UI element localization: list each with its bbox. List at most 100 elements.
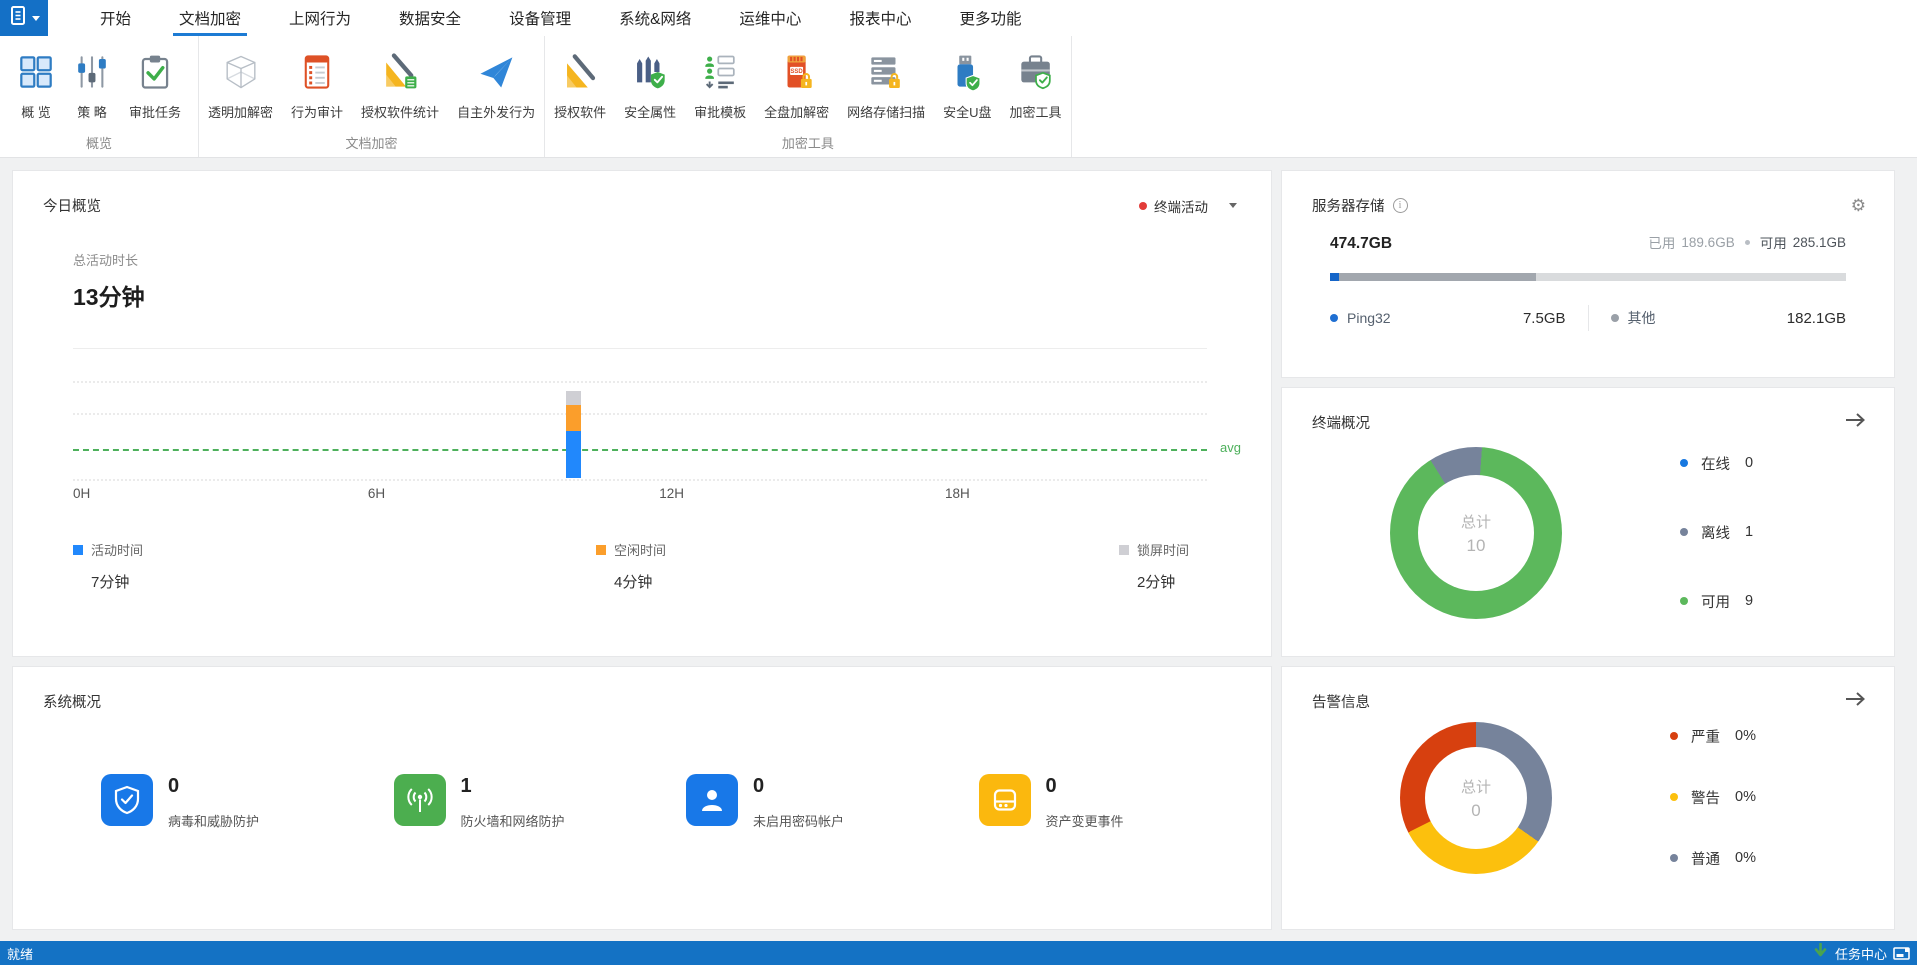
alerts-card-title: 告警信息 (1312, 691, 1370, 712)
ribbon-item-self-outgoing[interactable]: 自主外发行为 (448, 42, 544, 123)
ribbon-item-secure-usb[interactable]: 安全U盘 (934, 42, 1000, 123)
stat-label: 防火墙和网络防护 (461, 811, 565, 830)
legend-value: 4分钟 (614, 571, 666, 592)
tab-web-behavior[interactable]: 上网行为 (265, 0, 375, 36)
paper-plane-icon (477, 44, 515, 100)
used-label: 已用 (1648, 232, 1675, 252)
legend-label: 离线 (1701, 522, 1730, 543)
arrow-right-icon[interactable] (1844, 412, 1866, 433)
tab-more-features[interactable]: 更多功能 (935, 0, 1045, 36)
storage-total: 474.7GB (1330, 235, 1392, 253)
legend-dot (1670, 854, 1678, 862)
window-panel-icon[interactable] (1893, 947, 1910, 960)
tab-home[interactable]: 开始 (76, 0, 155, 36)
ribbon-item-label: 概 览 (21, 102, 51, 121)
avg-line (73, 449, 1207, 451)
tab-device-management[interactable]: 设备管理 (485, 0, 595, 36)
vertical-divider (1588, 305, 1589, 331)
ruler-pencil-stats-icon (381, 44, 419, 100)
storage-legend: Ping32 7.5GB 其他 182.1GB (1330, 305, 1846, 331)
avg-label: avg (1220, 440, 1241, 455)
info-icon[interactable]: i (1393, 198, 1408, 213)
ribbon-item-approval-tasks[interactable]: 审批任务 (120, 42, 190, 123)
stat-virus-protection[interactable]: 0 病毒和威胁防护 (101, 774, 394, 830)
legend-item-active: 活动时间 7分钟 (73, 540, 143, 592)
ribbon-item-full-disk-encryption[interactable]: SSD 全盘加解密 (755, 42, 838, 123)
terminal-activity-dropdown[interactable]: 终端活动 (1139, 196, 1243, 216)
app-menu-caret-icon (32, 16, 40, 21)
ribbon-item-encryption-tools[interactable]: 加密工具 (1001, 42, 1071, 123)
tab-data-security[interactable]: 数据安全 (375, 0, 485, 36)
tab-report-center[interactable]: 报表中心 (825, 0, 935, 36)
activity-timeline-chart: avg 0H 6H 12H 18H (73, 348, 1207, 510)
alerts-legend: 严重 0% 警告 0% 普通 0% (1670, 726, 1756, 869)
stat-value: 0 (1046, 775, 1124, 798)
ribbon-item-overview[interactable]: 概 览 (8, 42, 64, 123)
ribbon-item-label: 安全U盘 (943, 102, 991, 121)
ribbon: 概 览 策 略 审批任务 概览 (0, 36, 1917, 158)
tab-ops-center[interactable]: 运维中心 (715, 0, 825, 36)
red-dot-icon (1139, 202, 1147, 210)
status-ready-text: 就绪 (7, 944, 33, 963)
server-storage-card: 服务器存储 i ⚙ 474.7GB 已用 189.6GB 可用 285.1GB (1281, 170, 1895, 378)
tab-system-network[interactable]: 系统&网络 (595, 0, 715, 36)
shield-check-icon (101, 774, 153, 826)
legend-label: 在线 (1701, 453, 1730, 474)
gear-icon[interactable]: ⚙ (1851, 196, 1866, 216)
x-tick: 6H (368, 486, 385, 501)
ribbon-group-label: 加密工具 (545, 133, 1070, 157)
app-menu-button[interactable] (0, 0, 48, 36)
ribbon-item-security-attributes[interactable]: 安全属性 (615, 42, 685, 123)
chart-plot-area (73, 348, 1207, 478)
legend-dot (1611, 314, 1619, 322)
ribbon-item-approval-templates[interactable]: 审批模板 (685, 42, 755, 123)
legend-item-online: 在线 0 (1680, 453, 1753, 474)
donut-center: 总计 0 (1425, 747, 1527, 849)
ribbon-item-label: 审批任务 (129, 102, 181, 121)
legend-label: 活动时间 (91, 540, 143, 559)
task-center-button[interactable]: 任务中心 (1814, 943, 1887, 964)
chart-legend: 活动时间 7分钟 空闲时间 4分钟 锁屏时间 2分钟 (73, 540, 1189, 592)
stat-asset-changes[interactable]: 0 资产变更事件 (979, 774, 1272, 830)
tab-doc-encryption[interactable]: 文档加密 (155, 0, 265, 36)
ribbon-item-label: 策 略 (77, 102, 107, 121)
terminal-donut-section: 总计 10 在线 0 离线 1 (1282, 433, 1894, 619)
bar-segment-lock (566, 391, 581, 405)
ribbon-item-label: 授权软件统计 (361, 102, 439, 121)
legend-value: 0% (1735, 728, 1756, 744)
ribbon-item-label: 行为审计 (291, 102, 343, 121)
ribbon-item-policy[interactable]: 策 略 (64, 42, 120, 123)
legend-swatch (596, 545, 606, 555)
dot-separator-icon (1745, 240, 1750, 245)
ribbon-item-licensed-software[interactable]: 授权软件 (545, 42, 615, 123)
download-arrow-icon (1814, 943, 1827, 964)
user-icon (686, 774, 738, 826)
ribbon-item-licensed-software-stats[interactable]: 授权软件统计 (352, 42, 448, 123)
today-overview-card: 今日概览 终端活动 总活动时长 13分钟 (12, 170, 1272, 657)
stat-value: 1 (461, 775, 565, 798)
stat-firewall-network[interactable]: 1 防火墙和网络防护 (394, 774, 687, 830)
ribbon-item-label: 透明加解密 (208, 102, 273, 121)
stat-value: 0 (168, 775, 259, 798)
ribbon-item-network-storage-scan[interactable]: 网络存储扫描 (838, 42, 934, 123)
ribbon-item-transparent-encryption[interactable]: 透明加解密 (199, 42, 282, 123)
ribbon-item-label: 安全属性 (624, 102, 676, 121)
ssd-lock-icon: SSD (778, 44, 816, 100)
legend-value: 182.1GB (1787, 310, 1846, 327)
legend-value: 1 (1745, 524, 1753, 540)
legend-value: 7分钟 (91, 571, 143, 592)
ribbon-item-label: 全盘加解密 (764, 102, 829, 121)
stat-no-password-accounts[interactable]: 0 未启用密码帐户 (686, 774, 979, 830)
legend-item-offline: 离线 1 (1680, 522, 1753, 543)
today-card-title: 今日概览 (43, 195, 101, 216)
legend-value: 9 (1745, 593, 1753, 609)
chevron-down-icon (1229, 203, 1237, 208)
tabs: 开始 文档加密 上网行为 数据安全 设备管理 系统&网络 运维中心 报表中心 更… (76, 0, 1045, 36)
x-tick: 12H (659, 486, 684, 501)
arrow-right-icon[interactable] (1844, 691, 1866, 712)
ribbon-item-label: 审批模板 (694, 102, 746, 121)
stacked-bar (566, 391, 581, 478)
ribbon-item-behavior-audit[interactable]: 行为审计 (282, 42, 352, 123)
legend-label: 可用 (1701, 591, 1730, 612)
ribbon-item-label: 网络存储扫描 (847, 102, 925, 121)
